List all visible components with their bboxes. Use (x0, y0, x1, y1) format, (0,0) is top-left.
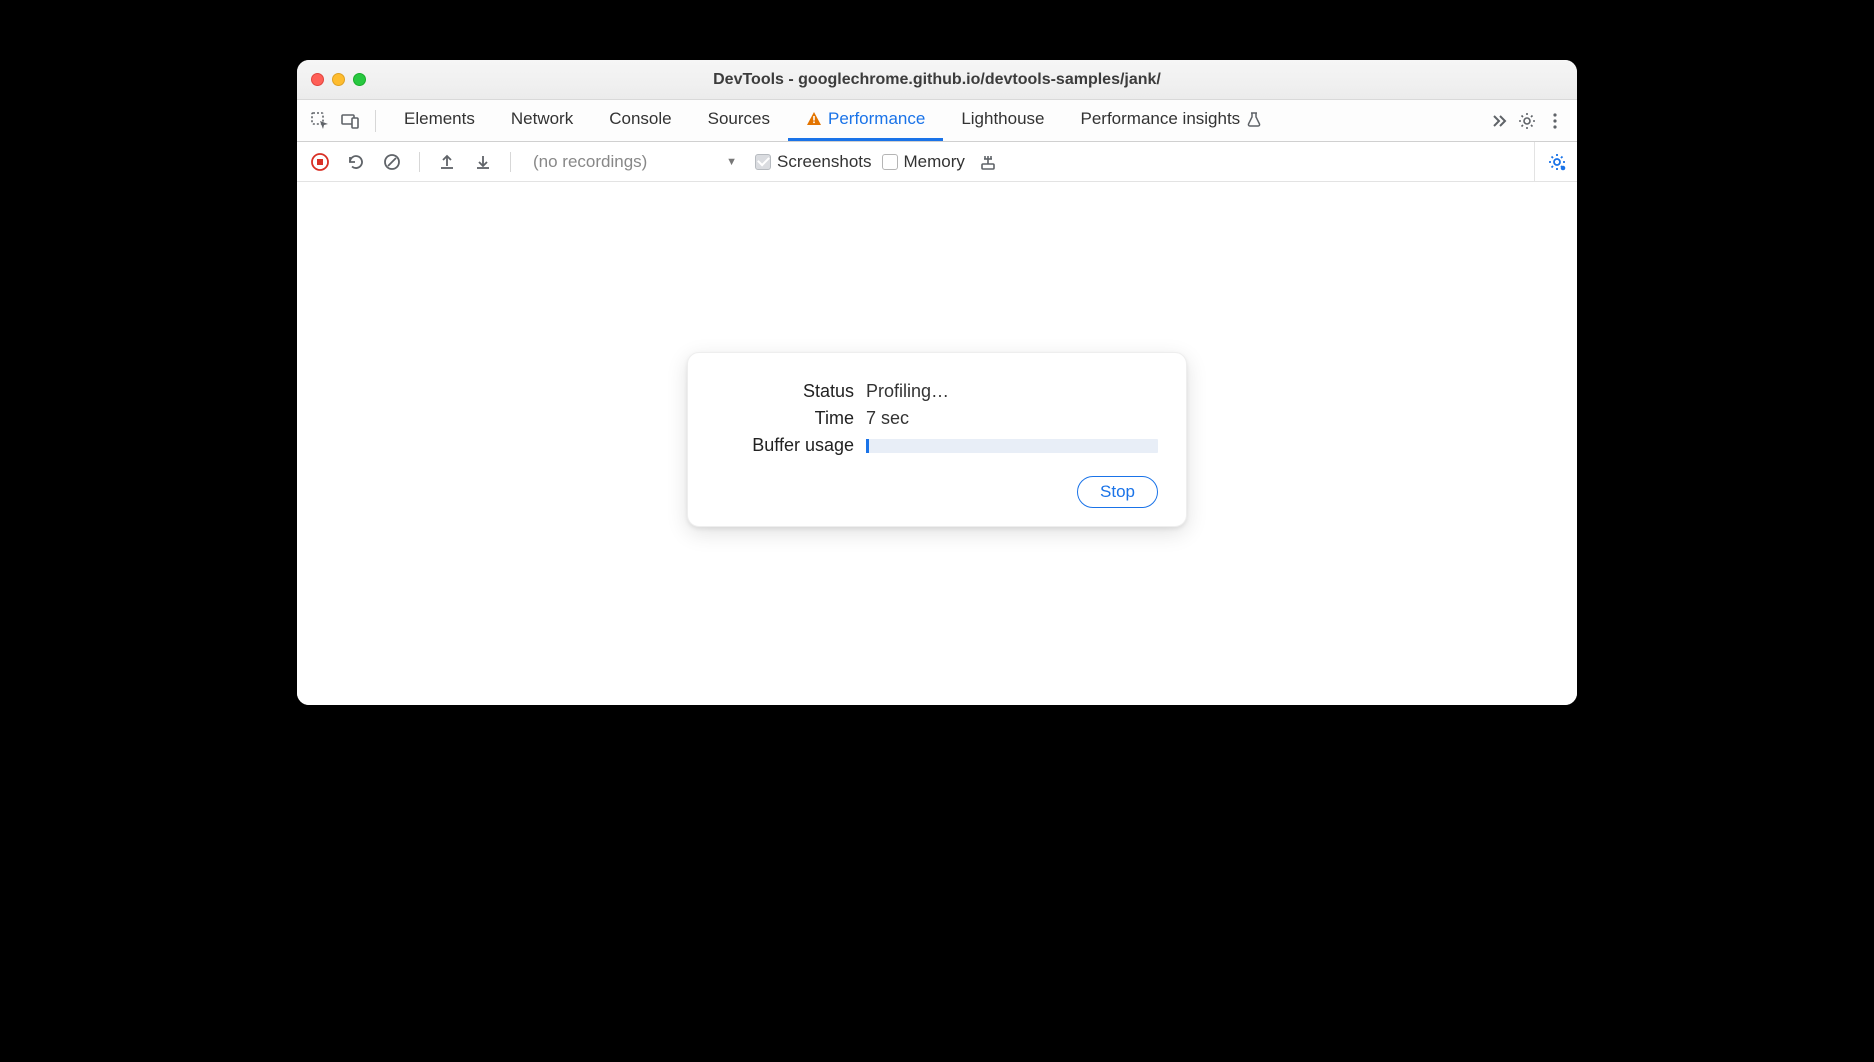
minimize-window-button[interactable] (332, 73, 345, 86)
buffer-usage-progress (866, 439, 1158, 453)
panel-tabbar: Elements Network Console Sources Perform… (297, 100, 1577, 142)
memory-checkbox[interactable]: Memory (882, 152, 965, 172)
maximize-window-button[interactable] (353, 73, 366, 86)
save-profile-button[interactable] (470, 149, 496, 175)
time-value: 7 sec (866, 408, 1158, 429)
screenshots-checkbox[interactable]: Screenshots (755, 152, 872, 172)
tab-sources[interactable]: Sources (690, 100, 788, 141)
settings-gear-icon[interactable] (1513, 107, 1541, 135)
toolbar-divider (419, 152, 420, 172)
buffer-usage-fill (866, 439, 869, 453)
more-tabs-button[interactable] (1485, 107, 1513, 135)
tab-label: Lighthouse (961, 109, 1044, 129)
tab-label: Sources (708, 109, 770, 129)
tab-label: Network (511, 109, 573, 129)
tab-label: Performance (828, 109, 925, 129)
titlebar: DevTools - googlechrome.github.io/devtoo… (297, 60, 1577, 100)
flask-icon (1246, 111, 1262, 127)
tab-label: Console (609, 109, 671, 129)
tab-lighthouse[interactable]: Lighthouse (943, 100, 1062, 141)
toolbar-divider (510, 152, 511, 172)
tab-console[interactable]: Console (591, 100, 689, 141)
chevron-down-icon: ▼ (726, 156, 737, 168)
performance-toolbar: (no recordings) ▼ Screenshots Memory (297, 142, 1577, 182)
checkbox-label: Memory (904, 152, 965, 172)
performance-content: Status Profiling… Time 7 sec Buffer usag… (297, 182, 1577, 705)
close-window-button[interactable] (311, 73, 324, 86)
traffic-lights (311, 73, 366, 86)
recordings-select-label: (no recordings) (533, 152, 647, 172)
tab-label: Elements (404, 109, 475, 129)
warning-triangle-icon (806, 111, 822, 127)
garbage-collect-button[interactable] (975, 149, 1001, 175)
checkbox-icon (755, 154, 771, 170)
tab-label: Performance insights (1081, 109, 1241, 129)
profiling-status-dialog: Status Profiling… Time 7 sec Buffer usag… (687, 352, 1187, 527)
buffer-usage-label: Buffer usage (716, 435, 866, 456)
device-toolbar-icon[interactable] (337, 108, 363, 134)
clear-button[interactable] (379, 149, 405, 175)
time-label: Time (716, 408, 866, 429)
status-value: Profiling… (866, 381, 1158, 402)
checkbox-label: Screenshots (777, 152, 872, 172)
load-profile-button[interactable] (434, 149, 460, 175)
tab-elements[interactable]: Elements (386, 100, 493, 141)
stop-button[interactable]: Stop (1077, 476, 1158, 508)
devtools-window: DevTools - googlechrome.github.io/devtoo… (297, 60, 1577, 705)
tab-performance[interactable]: Performance (788, 100, 943, 141)
reload-record-button[interactable] (343, 149, 369, 175)
checkbox-icon (882, 154, 898, 170)
capture-settings-button[interactable] (1534, 142, 1567, 181)
tab-network[interactable]: Network (493, 100, 591, 141)
inspect-element-icon[interactable] (307, 108, 333, 134)
more-options-icon[interactable] (1541, 107, 1569, 135)
window-title: DevTools - googlechrome.github.io/devtoo… (311, 71, 1563, 89)
tab-performance-insights[interactable]: Performance insights (1063, 100, 1281, 141)
recordings-select[interactable]: (no recordings) ▼ (525, 149, 745, 175)
tabbar-divider (375, 110, 376, 132)
record-stop-button[interactable] (307, 149, 333, 175)
status-label: Status (716, 381, 866, 402)
